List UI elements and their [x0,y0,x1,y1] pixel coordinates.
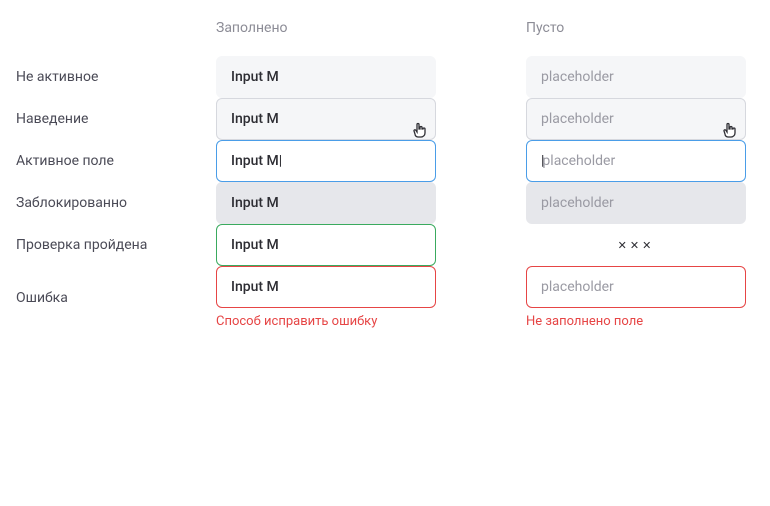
masked-value: ✕✕✕ [526,224,746,266]
row-label-inactive: Не активное [16,69,216,85]
input-value: Input M [231,279,279,295]
input-inactive-filled[interactable]: Input M [216,56,436,98]
input-placeholder: placeholder [541,111,614,127]
input-hover-filled[interactable]: Input M [216,98,436,140]
input-value: Input M [231,237,279,253]
input-value: Input M [231,69,279,85]
input-valid-filled[interactable]: Input M [216,224,436,266]
input-placeholder: placeholder [541,195,614,211]
row-label-valid: Проверка пройдена [16,237,216,253]
row-label-hover: Наведение [16,111,216,127]
column-header-empty: Пусто [526,20,746,56]
input-value: Input M [231,195,279,211]
column-header-filled: Заполнено [216,20,436,56]
input-hover-empty[interactable]: placeholder [526,98,746,140]
input-active-filled[interactable]: Input M [216,140,436,182]
error-message: Не заполнено поле [526,314,746,329]
input-active-empty[interactable]: placeholder [526,140,746,182]
row-label-error: Ошибка [16,290,216,306]
input-error-empty[interactable]: placeholder [526,266,746,308]
error-message: Способ исправить ошибку [216,314,436,329]
row-label-disabled: Заблокированно [16,195,216,211]
input-placeholder: placeholder [541,153,615,169]
input-placeholder: placeholder [541,69,614,85]
input-disabled-empty: placeholder [526,182,746,224]
input-error-filled[interactable]: Input M [216,266,436,308]
input-value: Input M [231,111,279,127]
input-placeholder: placeholder [541,279,614,295]
row-label-active: Активное поле [16,153,216,169]
input-value: Input M [231,153,282,169]
input-inactive-empty[interactable]: placeholder [526,56,746,98]
input-disabled-filled: Input M [216,182,436,224]
